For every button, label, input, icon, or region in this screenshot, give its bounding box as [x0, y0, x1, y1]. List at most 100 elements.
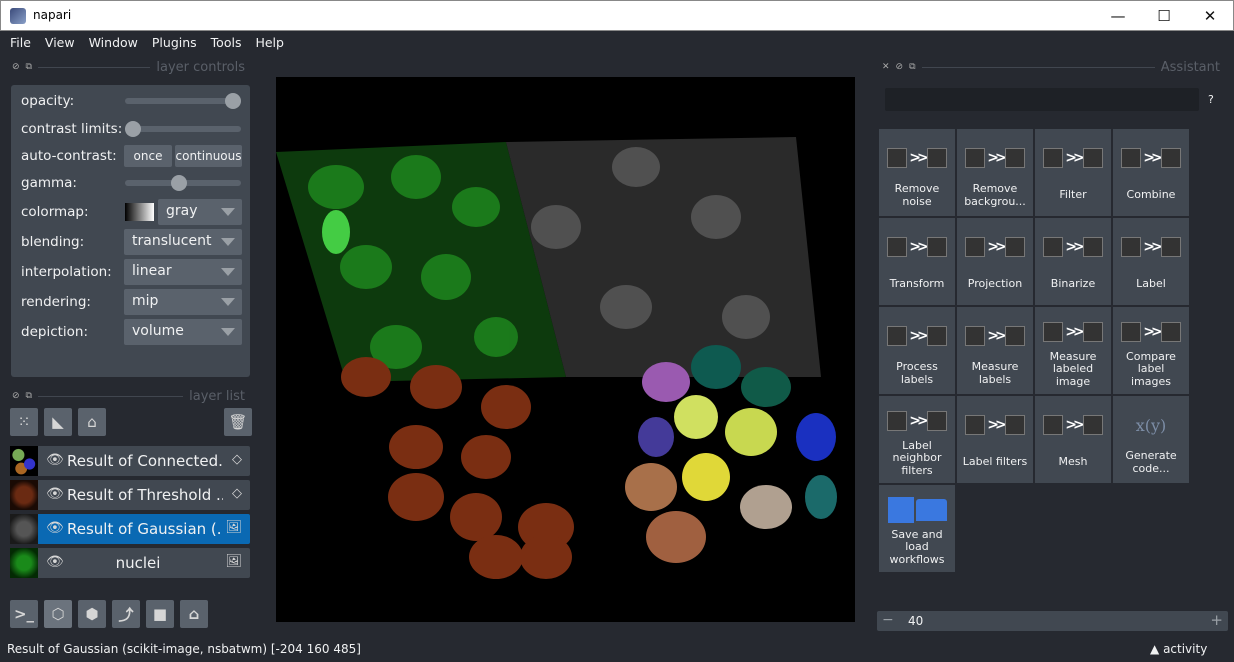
dropdown-arrow-icon	[221, 208, 235, 216]
tile-label: Combine	[1126, 188, 1176, 202]
new-labels-button[interactable]: ⌂	[78, 408, 106, 436]
tile-label: Label	[1136, 277, 1166, 291]
roll-dims-button[interactable]: ⬢	[78, 600, 106, 628]
code-icon: x(y)	[1135, 415, 1167, 435]
chevron-right-icon: >>	[1143, 150, 1163, 166]
interpolation-dropdown[interactable]: linear	[124, 259, 242, 285]
tile-icon: >>	[965, 402, 1025, 448]
labels-icon: ◇	[232, 452, 242, 467]
menu-tools[interactable]: Tools	[204, 31, 249, 54]
eye-icon[interactable]: 👁	[46, 486, 64, 502]
minimize-button[interactable]: —	[1095, 1, 1141, 31]
home-icon: ⌂	[188, 605, 200, 623]
tile-label: Measure labeled image	[1049, 349, 1097, 388]
assistant-tile[interactable]: >> Process labels	[879, 307, 955, 394]
assistant-header: ✕ ⊘ ⧉ Assistant	[882, 59, 1220, 75]
increment-button[interactable]: +	[1210, 611, 1223, 629]
eye-icon[interactable]: 👁	[46, 452, 64, 468]
assistant-tile[interactable]: >> Label neighbor filters	[879, 396, 955, 483]
blending-dropdown[interactable]: translucent	[124, 229, 242, 255]
menu-help[interactable]: Help	[248, 31, 291, 54]
transpose-button[interactable]: ⤴	[112, 600, 140, 628]
assistant-tile[interactable]: >> Projection	[957, 218, 1033, 305]
viewer-canvas[interactable]	[276, 77, 855, 622]
depiction-dropdown[interactable]: volume	[124, 319, 242, 345]
assistant-tile[interactable]: x(y) Generate code...	[1113, 396, 1189, 483]
layer-thumbnail	[10, 480, 38, 510]
assistant-tile[interactable]: >> Filter	[1035, 129, 1111, 216]
assistant-tile[interactable]: >> Compare label images	[1113, 307, 1189, 394]
assistant-tile[interactable]: Save and load workflows	[879, 485, 955, 572]
toggle-ndisplay-button[interactable]: ⬡	[44, 600, 72, 628]
float-icon[interactable]: ⊘	[12, 62, 20, 72]
image-icon: 🖼	[225, 554, 242, 569]
menu-view[interactable]: View	[38, 31, 82, 54]
blending-label: blending:	[21, 234, 85, 250]
spinbox[interactable]: − 40 +	[877, 611, 1228, 631]
continuous-button[interactable]: continuous	[175, 145, 242, 167]
layer-item[interactable]: 👁 nuclei 🖼	[10, 548, 250, 578]
home-button[interactable]: ⌂	[180, 600, 208, 628]
assistant-tile[interactable]: >> Label filters	[957, 396, 1033, 483]
assistant-search-input[interactable]	[885, 88, 1199, 111]
float-icon[interactable]: ⊘	[896, 62, 904, 72]
spinbox-value[interactable]: 40	[908, 614, 923, 628]
close-button[interactable]: ✕	[1187, 1, 1233, 31]
close-dock-icon[interactable]: ✕	[882, 62, 890, 72]
layer-controls-header: ⊘ ⧉ layer controls	[12, 59, 245, 75]
maximize-button[interactable]: ☐	[1141, 1, 1187, 31]
activity-button[interactable]: ▲ activity	[1150, 642, 1207, 656]
layer-item[interactable]: 👁 Result of Threshold ... ◇	[10, 480, 250, 510]
assistant-tile[interactable]: >> Binarize	[1035, 218, 1111, 305]
tile-label: Filter	[1059, 188, 1087, 202]
image-icon: 🖼	[225, 520, 242, 535]
undock-icon[interactable]: ⧉	[909, 62, 915, 72]
tile-icon: >>	[887, 313, 947, 359]
auto-contrast-label: auto-contrast:	[21, 148, 117, 164]
layer-name: nuclei	[115, 554, 161, 572]
assistant-tile[interactable]: >> Measure labels	[957, 307, 1033, 394]
delete-layer-button[interactable]: 🗑	[224, 408, 252, 436]
console-button[interactable]: >_	[10, 600, 38, 628]
layer-name: Result of Threshold ...	[67, 486, 223, 504]
dropdown-arrow-icon	[221, 268, 235, 276]
assistant-tile[interactable]: >> Label	[1113, 218, 1189, 305]
grid-toggle-button[interactable]: ■	[146, 600, 174, 628]
rendering-dropdown[interactable]: mip	[124, 289, 242, 315]
float-icon[interactable]: ⊘	[12, 391, 20, 401]
layer-name: Result of Connected...	[67, 452, 223, 470]
napari-logo-icon	[10, 8, 26, 24]
decrement-button[interactable]: −	[882, 612, 894, 628]
help-button[interactable]: ?	[1208, 93, 1214, 106]
tile-icon: >>	[1043, 224, 1103, 270]
menu-file[interactable]: File	[3, 31, 38, 54]
interpolation-label: interpolation:	[21, 264, 112, 280]
opacity-slider[interactable]	[125, 93, 241, 109]
undock-icon[interactable]: ⧉	[26, 62, 32, 72]
layer-list-title: layer list	[189, 388, 245, 404]
once-button[interactable]: once	[124, 145, 172, 167]
menu-plugins[interactable]: Plugins	[145, 31, 204, 54]
assistant-tile[interactable]: >> Remove noise	[879, 129, 955, 216]
console-icon: >_	[13, 605, 35, 623]
chevron-right-icon: >>	[1143, 239, 1163, 255]
undock-icon[interactable]: ⧉	[26, 391, 32, 401]
assistant-tile[interactable]: >> Measure labeled image	[1035, 307, 1111, 394]
chevron-right-icon: >>	[1065, 239, 1085, 255]
layer-item-selected[interactable]: 👁 Result of Gaussian (... 🖼	[10, 514, 250, 544]
assistant-tile[interactable]: >> Combine	[1113, 129, 1189, 216]
menu-window[interactable]: Window	[82, 31, 145, 54]
assistant-tile[interactable]: >> Transform	[879, 218, 955, 305]
assistant-tile[interactable]: >> Mesh	[1035, 396, 1111, 483]
new-shapes-button[interactable]: ◣	[44, 408, 72, 436]
eye-icon[interactable]: 👁	[46, 520, 64, 536]
trash-icon: 🗑	[228, 413, 248, 431]
layer-item[interactable]: 👁 Result of Connected... ◇	[10, 446, 250, 476]
gamma-slider[interactable]	[125, 175, 241, 191]
assistant-tile[interactable]: >> Remove backgrou...	[957, 129, 1033, 216]
tile-icon: >>	[965, 313, 1025, 359]
chevron-right-icon: >>	[987, 417, 1007, 433]
contrast-limits-slider[interactable]	[125, 121, 241, 137]
colormap-dropdown[interactable]: gray	[158, 199, 242, 225]
new-points-button[interactable]: ⁙	[10, 408, 38, 436]
